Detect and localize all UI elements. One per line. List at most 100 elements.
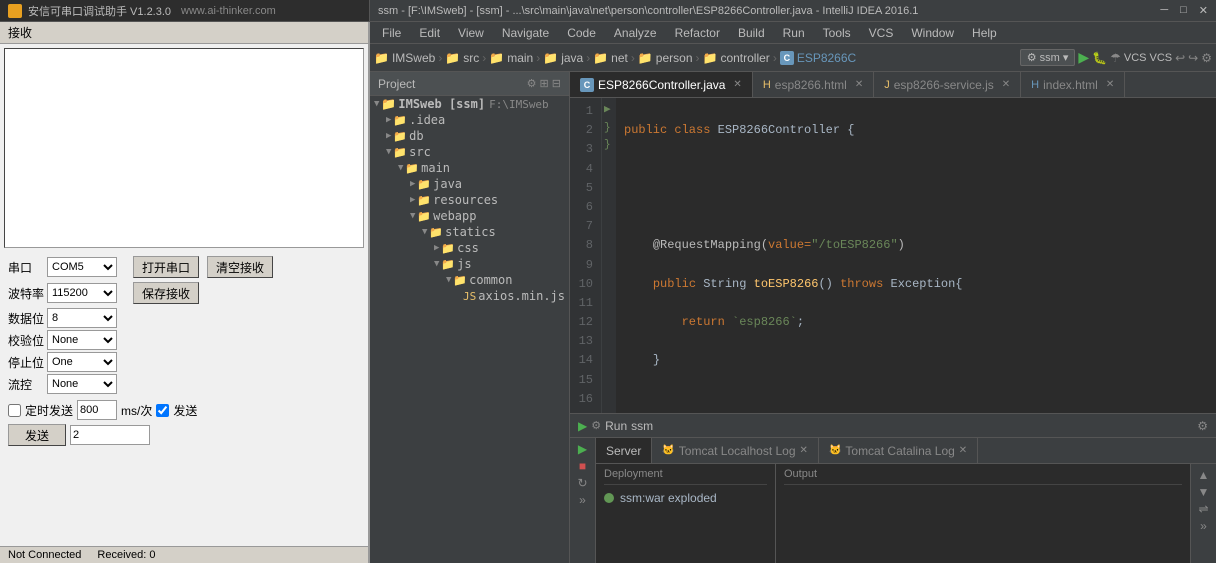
tab4-close[interactable]: ✕ [1106, 79, 1114, 90]
run-tab-tomcat-catalina[interactable]: 🐱 Tomcat Catalina Log ✕ [819, 438, 978, 463]
tree-item-java[interactable]: ▶ 📁 java [370, 176, 569, 192]
baud-select[interactable]: 115200 [47, 283, 117, 303]
tree-item-main[interactable]: ▼ 📁 main [370, 160, 569, 176]
tab3-icon: J [884, 79, 890, 91]
save-receive-button[interactable]: 保存接收 [133, 282, 199, 304]
port-select[interactable]: COM5 [47, 257, 117, 277]
run-sidebar-stop[interactable]: ■ [579, 459, 586, 473]
tree-item-js[interactable]: ▼ 📁 js [370, 256, 569, 272]
menu-run[interactable]: Run [775, 24, 813, 42]
menu-edit[interactable]: Edit [411, 24, 448, 42]
menu-code[interactable]: Code [559, 24, 604, 42]
out-btn-wrap[interactable]: ⇌ [1198, 502, 1208, 516]
bc-net[interactable]: net [611, 51, 628, 65]
timer-send-checkbox[interactable] [8, 404, 21, 417]
run-tab-server[interactable]: Server [596, 438, 652, 463]
menu-refactor[interactable]: Refactor [667, 24, 728, 42]
tree-item-css[interactable]: ▶ 📁 css [370, 240, 569, 256]
data-bits-select[interactable]: 8 [47, 308, 117, 328]
undo-button[interactable]: ↩ [1175, 51, 1185, 65]
tree-item-db[interactable]: ▶ 📁 db [370, 128, 569, 144]
flow-select[interactable]: None [47, 374, 117, 394]
tree-item-statics[interactable]: ▼ 📁 statics [370, 224, 569, 240]
tomcat-catalina-close[interactable]: ✕ [959, 445, 967, 456]
bc-main[interactable]: main [507, 51, 533, 65]
flow-label: 流控 [8, 376, 44, 393]
parity-select[interactable]: None [47, 330, 117, 350]
run-sidebar-more[interactable]: » [579, 493, 586, 507]
tab-esp8266service[interactable]: J esp8266-service.js ✕ [874, 72, 1021, 97]
tab-esp8266html[interactable]: H esp8266.html ✕ [753, 72, 874, 97]
bc-src[interactable]: src [463, 51, 479, 65]
out-btn-more[interactable]: » [1200, 519, 1207, 533]
vcs-btn2[interactable]: VCS [1149, 52, 1172, 64]
tree-item-src[interactable]: ▼ 📁 src [370, 144, 569, 160]
menu-help[interactable]: Help [964, 24, 1005, 42]
ij-titlebar: ssm - [F:\IMSweb] - [ssm] - ...\src\main… [370, 0, 1216, 21]
run-config-label: ssm [631, 419, 653, 433]
tab1-close[interactable]: ✕ [733, 79, 741, 90]
tab4-icon: H [1031, 79, 1039, 91]
bc-sep5: › [631, 51, 635, 65]
tree-item-root[interactable]: ▼ 📁 IMSweb [ssm] F:\IMSweb [370, 96, 569, 112]
bc-java[interactable]: java [561, 51, 583, 65]
code-editor[interactable]: 1 2 3 4 5 6 7 8 9 10 11 12 13 14 [570, 98, 1216, 413]
run-sidebar-reload[interactable]: ↻ [577, 476, 587, 490]
send-input[interactable] [70, 425, 150, 445]
tab-esp8266controller[interactable]: C ESP8266Controller.java ✕ [570, 72, 753, 97]
menu-analyze[interactable]: Analyze [606, 24, 665, 42]
minimize-btn[interactable]: ─ [1160, 4, 1168, 17]
menu-window[interactable]: Window [903, 24, 962, 42]
open-port-button[interactable]: 打开串口 [133, 256, 199, 278]
run-sidebar-play[interactable]: ▶ [578, 442, 587, 456]
run-settings-btn[interactable]: ⚙ [1197, 419, 1208, 433]
menu-build[interactable]: Build [730, 24, 773, 42]
tab2-close[interactable]: ✕ [855, 79, 863, 90]
tree-item-idea[interactable]: ▶ 📁 .idea [370, 112, 569, 128]
maximize-btn[interactable]: □ [1180, 4, 1187, 17]
tab3-close[interactable]: ✕ [1002, 79, 1010, 90]
tree-main-label: main [421, 161, 450, 175]
debug-button[interactable]: 🐛 [1092, 51, 1107, 65]
data-bits-label: 数据位 [8, 310, 44, 327]
clear-receive-button[interactable]: 清空接收 [207, 256, 273, 278]
run-tab-tomcat-localhost[interactable]: 🐱 Tomcat Localhost Log ✕ [652, 438, 819, 463]
out-btn-down[interactable]: ▼ [1198, 485, 1210, 499]
tree-item-resources[interactable]: ▶ 📁 resources [370, 192, 569, 208]
bc-controller[interactable]: controller [720, 51, 769, 65]
menu-vcs[interactable]: VCS [861, 24, 902, 42]
bc-esp8266c[interactable]: ESP8266C [797, 51, 856, 65]
toolbar-run-config[interactable]: ⚙ ssm ▾ [1020, 49, 1076, 66]
bc-person[interactable]: person [656, 51, 693, 65]
menu-view[interactable]: View [450, 24, 492, 42]
bc-imsweb[interactable]: IMSweb [392, 51, 435, 65]
redo-button[interactable]: ↪ [1188, 51, 1198, 65]
settings-button[interactable]: ⚙ [1201, 51, 1212, 65]
project-tree-area[interactable]: ▼ 📁 IMSweb [ssm] F:\IMSweb ▶ 📁 .idea ▶ [370, 96, 569, 563]
menu-navigate[interactable]: Navigate [494, 24, 557, 42]
tab-indexhtml[interactable]: H index.html ✕ [1021, 72, 1125, 97]
hex-send-checkbox[interactable] [156, 404, 169, 417]
menu-tools[interactable]: Tools [815, 24, 859, 42]
code-line-3 [624, 198, 1208, 217]
close-btn[interactable]: ✕ [1199, 4, 1208, 17]
tree-item-webapp[interactable]: ▼ 📁 webapp [370, 208, 569, 224]
status-bar: Not Connected Received: 0 [0, 546, 368, 563]
tomcat-localhost-close[interactable]: ✕ [800, 445, 808, 456]
out-btn-up[interactable]: ▲ [1198, 468, 1210, 482]
code-content[interactable]: public class ESP8266Controller { @Reques… [616, 98, 1216, 413]
vcs-btn1[interactable]: VCS [1124, 52, 1147, 64]
deployment-item[interactable]: ssm:war exploded [604, 489, 767, 507]
tree-item-axios[interactable]: JS axios.min.js [370, 288, 569, 304]
tomcat-localhost-icon: 🐱 [662, 445, 674, 456]
menu-file[interactable]: File [374, 24, 409, 42]
coverage-button[interactable]: ☂ [1110, 51, 1121, 65]
send-button[interactable]: 发送 [8, 424, 66, 446]
bc-sep7: › [773, 51, 777, 65]
tree-item-common[interactable]: ▼ 📁 common [370, 272, 569, 288]
run-button[interactable]: ▶ [1078, 49, 1089, 66]
code-line-6: return `esp8266`; [624, 313, 1208, 332]
code-line-8 [624, 390, 1208, 409]
ms-input[interactable] [77, 400, 117, 420]
stop-bits-select[interactable]: One [47, 352, 117, 372]
